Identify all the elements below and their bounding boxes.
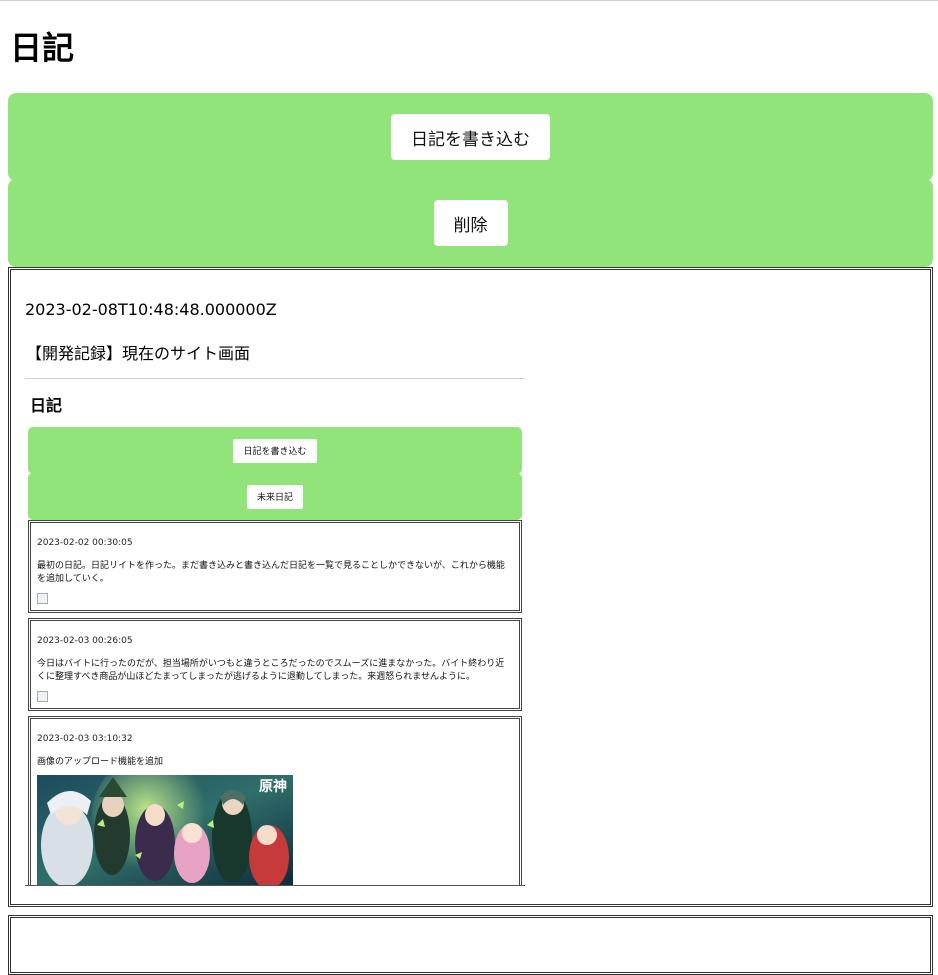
screenshot-entry-date: 2023-02-03 03:10:32 [37, 734, 133, 744]
screenshot-entry: 2023-02-02 00:30:05 最初の日記。日記リイトを作った。まだ書き… [28, 520, 522, 613]
write-section: 日記を書き込む [8, 93, 933, 181]
broken-image-icon [37, 593, 48, 604]
entry-date: 2023-02-08T10:48:48.000000Z [25, 300, 277, 319]
delete-button[interactable]: 削除 [433, 200, 508, 246]
screenshot-future-section: 未来日記 [28, 473, 522, 520]
entry-screenshot-image: 日記 日記を書き込む 未来日記 2023-02-02 00:30:05 最初の日… [25, 378, 525, 886]
screenshot-entry: 2023-02-03 03:10:32 画像のアップロード機能を追加 原神 [28, 716, 522, 885]
svg-text:原神: 原神 [259, 778, 287, 795]
screenshot-entry-text: 最初の日記。日記リイトを作った。まだ書き込みと書き込んだ日記を一覧で見ることしか… [37, 561, 505, 584]
diary-entry [8, 915, 933, 975]
screenshot-future-button: 未来日記 [246, 484, 303, 509]
screenshot-write-section: 日記を書き込む [28, 427, 522, 474]
screenshot-entry-text: 画像のアップロード機能を追加 [37, 757, 164, 767]
entry-text: 【開発記録】現在のサイト画面 [26, 344, 251, 363]
game-artwork-image: 原神 [37, 775, 293, 885]
screenshot-entry-text: 今日はバイトに行ったのだが、担当場所がいつもと違うところだったのでスムーズに進ま… [37, 659, 505, 682]
screenshot-write-button: 日記を書き込む [233, 438, 317, 463]
screenshot-entry-date: 2023-02-03 00:26:05 [37, 636, 133, 646]
screenshot-entry-date: 2023-02-02 00:30:05 [37, 538, 133, 548]
page-title: 日記 [10, 29, 75, 67]
write-diary-button[interactable]: 日記を書き込む [391, 114, 550, 160]
delete-section: 削除 [8, 179, 933, 267]
diary-entry: 2023-02-08T10:48:48.000000Z 【開発記録】現在のサイト… [8, 267, 933, 907]
screenshot-entry: 2023-02-03 00:26:05 今日はバイトに行ったのだが、担当場所がい… [28, 618, 522, 711]
screenshot-page-title: 日記 [30, 396, 63, 415]
broken-image-icon [37, 691, 48, 702]
